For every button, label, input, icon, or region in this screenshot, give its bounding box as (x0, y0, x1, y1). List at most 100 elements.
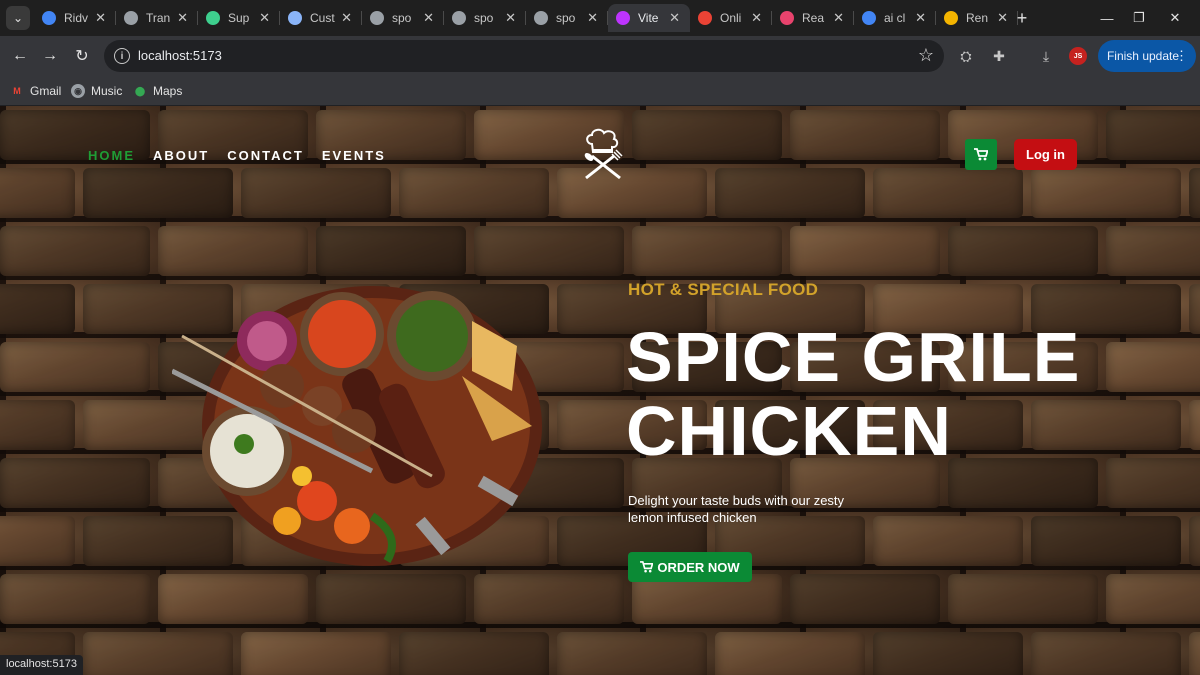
login-button[interactable]: Log in (1014, 139, 1077, 170)
openai-icon (370, 11, 384, 25)
brick (1189, 400, 1200, 450)
finish-update-button[interactable]: Finish update ⋮ (1098, 40, 1196, 72)
nav-about[interactable]: ABOUT (153, 148, 209, 163)
tab-title: Tran (146, 11, 171, 25)
tab-strip: ⌄ Ridv ✕ Tran ✕ Sup ✕ Cust ✕ spo ✕ spo ✕ spo ✕ Vite ✕ On… (0, 0, 1200, 36)
bookmark-icon (698, 11, 712, 25)
tab-title: spo (556, 11, 576, 25)
bookmark-maps[interactable]: ⬤ Maps (133, 81, 182, 101)
bookmark-label: Music (91, 84, 123, 98)
grilled-chicken-platter-image (172, 286, 542, 566)
download-icon[interactable]: ⤓ (1034, 44, 1058, 68)
brick (158, 574, 308, 624)
close-tab-icon[interactable]: ✕ (587, 10, 598, 26)
brick (83, 168, 233, 218)
bookmark-music[interactable]: ◉ Music (71, 81, 122, 101)
close-window-icon[interactable]: ✕ (1152, 6, 1198, 30)
address-bar[interactable]: i localhost:5173 ☆ (104, 40, 944, 72)
browser-tab[interactable]: Rea ✕ (772, 4, 854, 32)
tab-title: spo (392, 11, 412, 25)
nav-events[interactable]: EVENTS (322, 148, 386, 163)
brick (1106, 110, 1200, 160)
close-tab-icon[interactable]: ✕ (915, 10, 926, 26)
order-now-button[interactable]: ORDER NOW (628, 552, 752, 582)
page-viewport: HOME ABOUT CONTACT EVENTS Log in HOT & S… (0, 106, 1200, 675)
address-url[interactable]: localhost:5173 (138, 48, 222, 63)
extension-lens-icon[interactable]: ⛭ (954, 44, 978, 68)
brick (241, 168, 391, 218)
tab-list: Ridv ✕ Tran ✕ Sup ✕ Cust ✕ spo ✕ spo ✕ spo ✕ Vite ✕ Onli… (34, 4, 1018, 32)
browser-tab[interactable]: Ren ✕ (936, 4, 1018, 32)
brick (0, 284, 75, 334)
tab-title: Ren (966, 11, 989, 25)
brick (873, 168, 1023, 218)
site-info-icon[interactable]: i (114, 48, 130, 64)
browser-tab[interactable]: Ridv ✕ (34, 4, 116, 32)
tab-title: Ridv (64, 11, 89, 25)
brick (632, 110, 782, 160)
brick (0, 400, 75, 450)
profile-avatar[interactable]: JS (1069, 47, 1087, 65)
brick (873, 632, 1023, 675)
close-tab-icon[interactable]: ✕ (95, 10, 106, 26)
close-tab-icon[interactable]: ✕ (259, 10, 270, 26)
forward-icon[interactable]: → (38, 44, 62, 68)
kicker-text: HOT & SPECIAL FOOD (628, 280, 819, 299)
hero-headline: SPICE GRILE CHICKEN (626, 320, 1146, 468)
brick (474, 574, 624, 624)
order-now-label: ORDER NOW (657, 559, 740, 575)
browser-tab[interactable]: Sup ✕ (198, 4, 280, 32)
brick (0, 458, 150, 508)
brick (557, 632, 707, 675)
browser-tab[interactable]: spo ✕ (362, 4, 444, 32)
browser-tab[interactable]: Vite ✕ (608, 4, 690, 32)
close-tab-icon[interactable]: ✕ (669, 10, 680, 26)
chef-logo-icon[interactable] (576, 126, 628, 182)
brick (873, 516, 1023, 566)
close-tab-icon[interactable]: ✕ (505, 10, 516, 26)
nav-contact[interactable]: CONTACT (227, 148, 304, 163)
close-tab-icon[interactable]: ✕ (997, 10, 1008, 26)
close-tab-icon[interactable]: ✕ (341, 10, 352, 26)
tab-title: Vite (638, 11, 659, 25)
browser-tab[interactable]: ai cl ✕ (854, 4, 936, 32)
brick (790, 226, 940, 276)
close-tab-icon[interactable]: ✕ (177, 10, 188, 26)
bookmark-gmail[interactable]: M Gmail (10, 81, 61, 101)
nav-home[interactable]: HOME (88, 148, 135, 163)
close-tab-icon[interactable]: ✕ (423, 10, 434, 26)
browser-tab[interactable]: spo ✕ (444, 4, 526, 32)
browser-tab[interactable]: Cust ✕ (280, 4, 362, 32)
browser-toolbar: ← → ↻ i localhost:5173 ☆ ⛭ ✚ ⤓ JS Finish… (0, 36, 1200, 76)
tab-search-button[interactable]: ⌄ (6, 6, 30, 30)
bookmark-star-icon[interactable]: ☆ (918, 45, 934, 66)
globe-icon (288, 11, 302, 25)
finish-update-label: Finish update (1106, 49, 1180, 63)
vite-icon (616, 11, 630, 25)
maps-icon: ⬤ (134, 85, 146, 96)
back-icon[interactable]: ← (8, 44, 32, 68)
headline-line-1: SPICE GRILE (626, 318, 1081, 396)
openai-icon (534, 11, 548, 25)
brick (1189, 632, 1200, 675)
tab-title: Cust (310, 11, 335, 25)
close-tab-icon[interactable]: ✕ (833, 10, 844, 26)
extensions-icon[interactable]: ✚ (987, 44, 1011, 68)
browser-tab[interactable]: Onli ✕ (690, 4, 772, 32)
close-tab-icon[interactable]: ✕ (751, 10, 762, 26)
music-icon: ◉ (71, 84, 85, 98)
browser-tab[interactable]: spo ✕ (526, 4, 608, 32)
brick (1189, 168, 1200, 218)
brick (1031, 168, 1181, 218)
menu-dots-icon: ⋮ (1175, 48, 1188, 63)
new-tab-button[interactable]: + (1010, 6, 1034, 30)
bookmark-label: Gmail (30, 84, 62, 98)
chrome-icon (42, 11, 56, 25)
brick (0, 342, 150, 392)
reload-icon[interactable]: ↻ (70, 44, 94, 68)
google-icon (862, 11, 876, 25)
brick (474, 226, 624, 276)
cart-button[interactable] (965, 139, 997, 170)
brick (1189, 516, 1200, 566)
browser-tab[interactable]: Tran ✕ (116, 4, 198, 32)
